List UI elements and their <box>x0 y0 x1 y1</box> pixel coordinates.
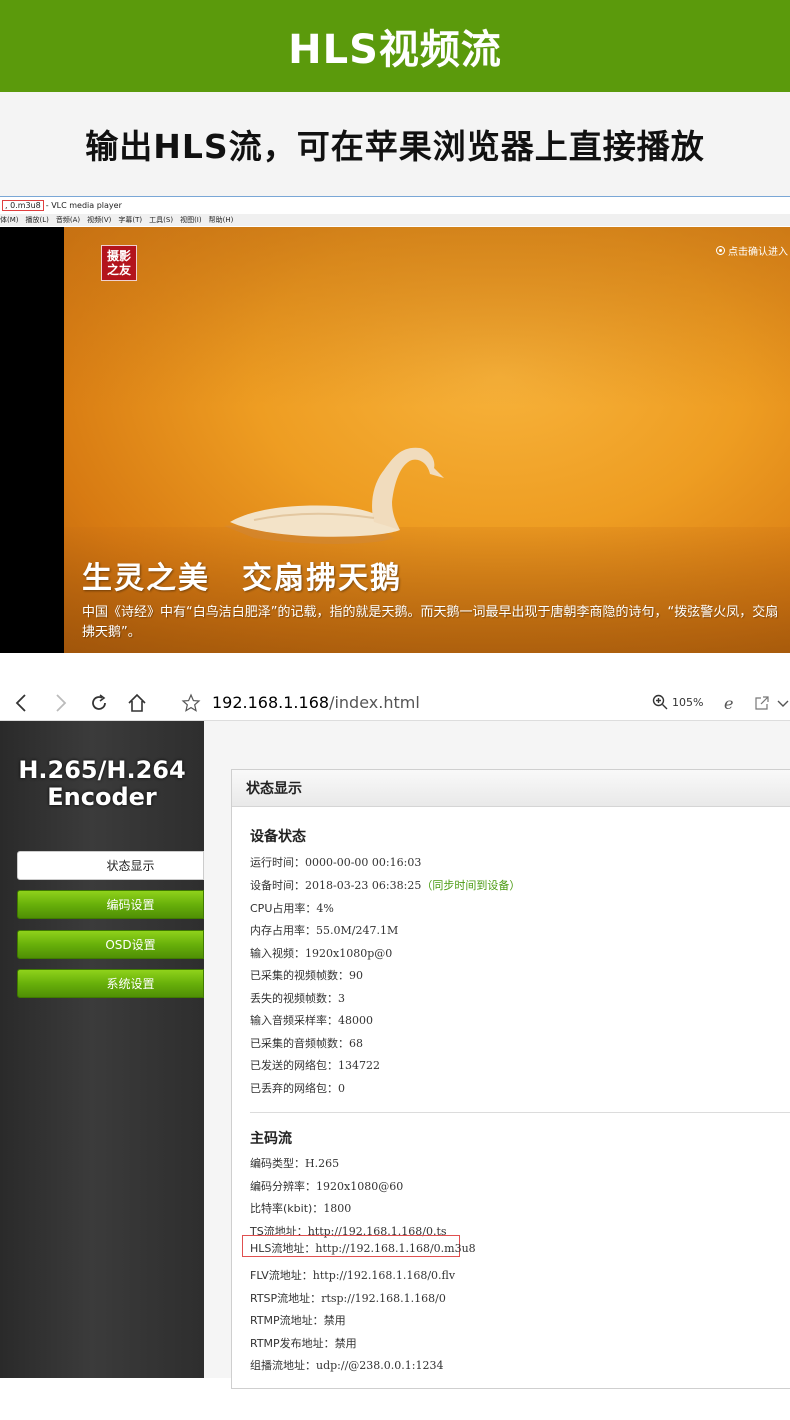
magazine-logo: 摄影 之友 <box>101 245 137 281</box>
sidebar-item-osd[interactable]: OSD设置 <box>17 930 204 959</box>
status-row: 已丢弃的网络包：0 <box>250 1082 345 1095</box>
status-row: 运行时间：0000-00-00 00:16:03 <box>250 856 422 869</box>
vlc-menu-video[interactable]: 视频(V) <box>87 215 111 225</box>
vlc-video-area[interactable]: 摄影 之友 点击确认进入 生灵之美 交扇拂天鹅 中国《诗经》中有“白鸟洁白肥泽”… <box>0 227 790 653</box>
vlc-menu-tools[interactable]: 工具(S) <box>149 215 173 225</box>
banner-title: HLS视频流 <box>288 27 502 73</box>
status-row: 已发送的网络包：134722 <box>250 1059 380 1072</box>
browser-toolbar: 192.168.1.168/index.html 105% e <box>0 686 790 721</box>
stream-row: 编码类型：H.265 <box>250 1157 340 1170</box>
vlc-menu-help[interactable]: 帮助(H) <box>209 215 234 225</box>
sidebar-item-system[interactable]: 系统设置 <box>17 969 204 998</box>
vlc-menu-playback[interactable]: 播放(L) <box>26 215 49 225</box>
chevron-down-icon[interactable] <box>776 692 790 714</box>
status-row: 已采集的视频帧数：90 <box>250 969 363 982</box>
radio-icon <box>716 246 725 255</box>
main-stream-title: 主码流 <box>250 1131 292 1147</box>
vlc-window: , 0.m3u8 - VLC media player 体(M) 播放(L) 音… <box>0 196 790 653</box>
vlc-title-file: , 0.m3u8 <box>2 200 44 211</box>
video-caption: 生灵之美 交扇拂天鹅 <box>82 561 402 596</box>
browser-window: 192.168.1.168/index.html 105% e H.265/H.… <box>0 686 790 1389</box>
stream-row: FLV流地址：http://192.168.1.168/0.flv <box>250 1269 456 1282</box>
sidebar: H.265/H.264 Encoder 状态显示 编码设置 OSD设置 系统设置 <box>0 721 204 1378</box>
zoom-indicator[interactable]: 105% <box>652 694 703 710</box>
banner: HLS视频流 <box>0 0 790 92</box>
stream-row: RTSP流地址：rtsp://192.168.1.168/0 <box>250 1292 446 1305</box>
home-icon[interactable] <box>126 692 148 714</box>
back-icon[interactable] <box>10 692 32 714</box>
vlc-titlebar: , 0.m3u8 - VLC media player <box>0 197 790 214</box>
status-row: 丢失的视频帧数：3 <box>250 992 345 1005</box>
device-status-title: 设备状态 <box>250 829 306 845</box>
svg-text:e: e <box>724 695 733 711</box>
sync-time-link[interactable]: （同步时间到设备） <box>421 879 520 892</box>
status-row: CPU占用率：4% <box>250 902 334 915</box>
panel-header: 状态显示 <box>232 770 790 807</box>
vlc-menu-audio[interactable]: 音频(A) <box>56 215 80 225</box>
vlc-menu-view[interactable]: 视图(I) <box>180 215 202 225</box>
refresh-icon[interactable] <box>88 692 110 714</box>
main-content: 状态显示 设备状态 运行时间：0000-00-00 00:16:03 设备时间：… <box>204 721 790 1389</box>
stream-row: RTMP发布地址：禁用 <box>250 1337 357 1350</box>
video-frame: 摄影 之友 点击确认进入 生灵之美 交扇拂天鹅 中国《诗经》中有“白鸟洁白肥泽”… <box>64 227 790 653</box>
status-row: 输入视频：1920x1080p@0 <box>250 947 393 960</box>
encoder-logo: H.265/H.264 Encoder <box>18 756 186 811</box>
status-row: 已采集的音频帧数：68 <box>250 1037 363 1050</box>
vlc-menu-subtitle[interactable]: 字幕(T) <box>118 215 142 225</box>
stream-row: 编码分辨率：1920x1080@60 <box>250 1180 404 1193</box>
status-row: 设备时间：2018-03-23 06:38:25（同步时间到设备） <box>250 879 521 892</box>
enter-hint[interactable]: 点击确认进入 <box>716 243 788 258</box>
hls-stream-row: HLS流地址：http://192.168.1.168/0.m3u8 <box>250 1242 476 1255</box>
stream-row: 组播流地址：udp://@238.0.0.1:1234 <box>250 1359 444 1372</box>
swan-image <box>224 447 444 544</box>
encoder-page: H.265/H.264 Encoder 状态显示 编码设置 OSD设置 系统设置… <box>0 721 790 1389</box>
share-icon[interactable] <box>751 692 773 714</box>
zoom-icon <box>652 694 668 710</box>
stream-row: RTMP流地址：禁用 <box>250 1314 346 1327</box>
status-row: 内存占用率：55.0M/247.1M <box>250 924 399 937</box>
subtitle: 输出HLS流，可在苹果浏览器上直接播放 <box>85 127 705 166</box>
vlc-title-app: - VLC media player <box>45 201 122 210</box>
status-panel: 状态显示 设备状态 运行时间：0000-00-00 00:16:03 设备时间：… <box>231 769 790 1389</box>
vlc-menubar: 体(M) 播放(L) 音频(A) 视频(V) 字幕(T) 工具(S) 视图(I)… <box>0 214 790 226</box>
status-row: 输入音频采样率：48000 <box>250 1014 373 1027</box>
vlc-menu-media[interactable]: 体(M) <box>0 215 19 225</box>
stream-row: 比特率(kbit)：1800 <box>250 1202 352 1215</box>
section-divider <box>250 1112 790 1113</box>
star-icon[interactable] <box>180 692 202 714</box>
subtitle-zone: 输出HLS流，可在苹果浏览器上直接播放 <box>0 92 790 196</box>
sidebar-item-encoding[interactable]: 编码设置 <box>17 890 204 919</box>
sidebar-item-status[interactable]: 状态显示 <box>17 851 204 880</box>
forward-icon[interactable] <box>50 692 72 714</box>
address-bar[interactable]: 192.168.1.168/index.html <box>212 693 420 712</box>
video-description: 中国《诗经》中有“白鸟洁白肥泽”的记载，指的就是天鹅。而天鹅一词最早出现于唐朝李… <box>82 605 779 640</box>
ie-icon[interactable]: e <box>720 692 742 714</box>
